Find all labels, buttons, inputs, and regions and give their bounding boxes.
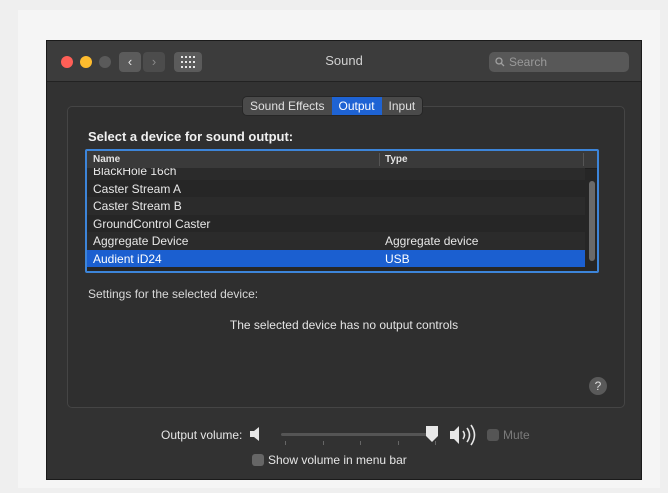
- tab-bar: Sound Effects Output Input: [243, 97, 423, 115]
- table-row[interactable]: Aggregate Device Aggregate device: [87, 232, 585, 250]
- tab-sound-effects[interactable]: Sound Effects: [243, 97, 332, 115]
- sound-preferences-window: ‹ › Sound Search Sound Effects Output In…: [46, 40, 642, 480]
- table-row[interactable]: Caster Stream A: [87, 180, 585, 198]
- output-volume-label: Output volume:: [161, 428, 243, 442]
- section-title: Select a device for sound output:: [88, 129, 294, 144]
- device-type: USB: [385, 251, 410, 266]
- no-controls-message: The selected device has no output contro…: [229, 318, 459, 332]
- search-placeholder: Search: [509, 55, 548, 69]
- device-name: Audient iD24: [93, 251, 162, 266]
- speaker-low-icon: [250, 427, 259, 441]
- column-separator: [583, 153, 584, 166]
- speaker-high-icon: [450, 424, 476, 446]
- column-separator: [379, 153, 380, 166]
- column-header-type[interactable]: Type: [385, 154, 408, 165]
- table-row[interactable]: BlackHole 16ch: [87, 168, 585, 180]
- table-row-selected[interactable]: Audient iD24 USB: [87, 249, 585, 267]
- title-bar: ‹ › Sound Search: [47, 41, 641, 82]
- settings-label: Settings for the selected device:: [88, 287, 259, 301]
- device-name: GroundControl Caster: [93, 216, 211, 231]
- device-type: Aggregate device: [385, 234, 479, 248]
- device-table[interactable]: Name Type BlackHole 16ch Caster Stream A…: [85, 149, 599, 273]
- help-button[interactable]: ?: [589, 377, 607, 395]
- tab-output[interactable]: Output: [331, 97, 382, 115]
- device-name: Caster Stream A: [93, 181, 182, 196]
- device-name: Caster Stream B: [93, 199, 182, 213]
- table-row[interactable]: GroundControl Caster: [87, 215, 585, 233]
- search-input[interactable]: Search: [489, 52, 629, 72]
- mute-label: Mute: [503, 428, 530, 442]
- tab-input[interactable]: Input: [381, 97, 423, 115]
- table-header: Name Type: [87, 151, 597, 169]
- table-row[interactable]: Caster Stream B: [87, 197, 585, 215]
- mute-checkbox[interactable]: [487, 429, 499, 441]
- volume-slider-track[interactable]: [281, 433, 437, 436]
- table-body: BlackHole 16ch Caster Stream A Caster St…: [87, 168, 585, 271]
- device-name: BlackHole 16ch: [93, 168, 177, 178]
- device-name: Aggregate Device: [93, 234, 189, 248]
- table-scrollbar[interactable]: [589, 181, 595, 261]
- column-header-name[interactable]: Name: [93, 154, 120, 165]
- show-volume-label: Show volume in menu bar: [268, 453, 407, 467]
- volume-slider-knob[interactable]: [425, 425, 439, 443]
- search-icon: [495, 57, 505, 67]
- show-volume-checkbox[interactable]: [252, 454, 264, 466]
- help-label: ?: [594, 379, 602, 393]
